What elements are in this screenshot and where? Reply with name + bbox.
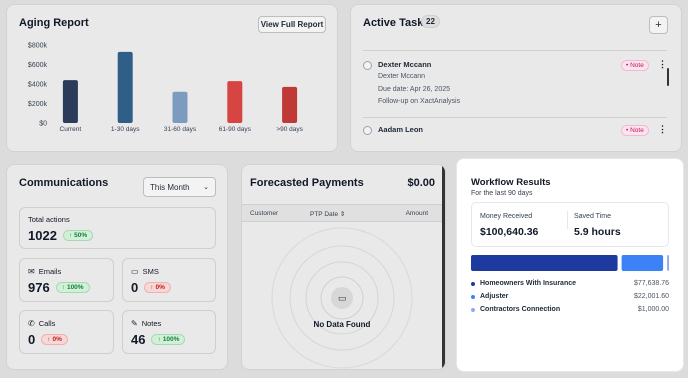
tasks-scrollbar[interactable] — [667, 68, 669, 86]
task-checkbox[interactable] — [363, 126, 372, 135]
edit-icon: ✎ — [131, 319, 138, 328]
task-menu-icon[interactable]: ⋮ — [658, 124, 667, 135]
y-tick-label: $400k — [28, 82, 48, 89]
communications-title: Communications — [19, 177, 109, 189]
workflow-bar-segment[interactable] — [621, 255, 664, 271]
emails-box: ✉ Emails 976 ↑ 100% — [19, 258, 114, 302]
x-tick-label: Current — [60, 126, 82, 133]
x-tick-label: 31-60 days — [164, 126, 197, 133]
note-badge: • Note — [621, 125, 649, 136]
task-name[interactable]: Dexter Mccann — [378, 60, 431, 69]
sms-box: ▭ SMS 0 ↑ 0% — [122, 258, 216, 302]
forecasted-payments-card: Forecasted Payments $0.00 Customer PTP D… — [241, 164, 446, 370]
workflow-results-title: Workflow Results — [471, 177, 551, 188]
money-received-value: $100,640.36 — [480, 226, 539, 238]
aging-report-title: Aging Report — [19, 17, 89, 29]
column-ptp-date[interactable]: PTP Date ⇕ — [310, 210, 345, 218]
workflow-results-card: Workflow Results For the last 90 days Mo… — [456, 158, 684, 372]
aging-chart: $0 $200k $400k $600k $800k Current 1-30 days 31… — [28, 43, 304, 134]
notes-label: ✎ Notes — [131, 319, 162, 328]
y-tick-label: $600k — [28, 62, 48, 69]
workflow-bar-segment[interactable] — [667, 255, 669, 271]
task-checkbox[interactable] — [363, 61, 372, 70]
forecasted-payments-total: $0.00 — [407, 177, 435, 189]
legend-item: Contractors Connection $1,000.00 — [471, 306, 669, 313]
emails-label: ✉ Emails — [28, 267, 62, 276]
calls-box: ✆ Calls 0 ↑ 0% — [19, 310, 114, 354]
workflow-bar-segment[interactable] — [471, 255, 618, 271]
x-tick-label: 1-30 days — [111, 126, 140, 133]
active-tasks-card: Active Tasks 22 + Dexter Mccann Dexter M… — [350, 4, 682, 152]
phone-icon: ✆ — [28, 319, 35, 328]
active-tasks-title: Active Tasks — [363, 17, 430, 29]
period-select[interactable]: This Month ⌄ — [143, 177, 216, 197]
sms-label: ▭ SMS — [131, 267, 159, 276]
legend-dot — [471, 294, 475, 299]
chevron-down-icon: ⌄ — [203, 184, 209, 191]
task-name[interactable]: Aadam Leon — [378, 125, 423, 134]
view-full-report-button[interactable]: View Full Report — [258, 16, 326, 33]
communications-card: Communications This Month ⌄ Total action… — [6, 164, 228, 370]
tasks-count-badge: 22 — [421, 15, 440, 28]
saved-time-label: Saved Time — [574, 213, 611, 220]
legend-item: Homeowners With Insurance $77,638.76 — [471, 280, 669, 287]
total-actions-value: 1022 ↑ 50% — [28, 228, 94, 243]
change-badge-down: ↑ 0% — [41, 334, 68, 345]
change-badge-down: ↑ 0% — [144, 282, 171, 293]
saved-time-value: 5.9 hours — [574, 226, 621, 238]
task-menu-icon[interactable]: ⋮ — [658, 59, 667, 70]
forecasted-payments-title: Forecasted Payments — [250, 177, 364, 189]
calls-label: ✆ Calls — [28, 319, 56, 328]
total-actions-box: Total actions 1022 ↑ 50% — [19, 207, 216, 249]
note-badge: • Note — [621, 60, 649, 71]
y-tick-label: $800k — [28, 43, 48, 50]
change-badge-up: ↑ 100% — [55, 282, 90, 293]
change-badge-up: ↑ 100% — [151, 334, 186, 345]
workflow-results-subtitle: For the last 90 days — [471, 190, 533, 197]
column-amount[interactable]: Amount — [406, 210, 428, 217]
aging-report-card: Aging Report View Full Report $0 $200k $40… — [6, 4, 338, 152]
legend-dot — [471, 281, 475, 286]
sort-icon: ⇕ — [339, 211, 346, 218]
change-badge-up: ↑ 50% — [62, 230, 94, 241]
legend-dot — [471, 307, 475, 312]
task-due-date: Due date: Apr 26, 2025 — [378, 86, 450, 93]
chat-icon: ▭ — [131, 267, 139, 276]
workflow-stats-box: Money Received $100,640.36 Saved Time 5.… — [471, 202, 669, 247]
aging-bar[interactable] — [172, 91, 188, 123]
y-tick-label: $0 — [39, 121, 47, 128]
aging-bar[interactable] — [62, 80, 78, 123]
inbox-icon: ▭ — [338, 293, 347, 303]
add-task-button[interactable]: + — [649, 16, 668, 34]
mail-icon: ✉ — [28, 267, 35, 276]
aging-bar[interactable] — [227, 81, 243, 123]
workflow-distribution-bar — [471, 255, 669, 271]
notes-box: ✎ Notes 46 ↑ 100% — [122, 310, 216, 354]
column-customer[interactable]: Customer — [250, 210, 278, 217]
stats-divider — [567, 211, 568, 229]
task-description: Follow-up on XactAnalysis — [378, 98, 461, 105]
table-header: Customer PTP Date ⇕ Amount — [242, 204, 442, 222]
forecast-scrollbar[interactable] — [442, 165, 445, 369]
emails-value: 976 ↑ 100% — [28, 280, 90, 295]
total-actions-label: Total actions — [28, 215, 70, 224]
money-received-label: Money Received — [480, 213, 533, 220]
x-tick-label: >90 days — [276, 126, 303, 133]
x-tick-label: 61-90 days — [219, 126, 252, 133]
task-subname: Dexter Mccann — [378, 73, 426, 80]
sms-value: 0 ↑ 0% — [131, 280, 171, 295]
empty-state-text: No Data Found — [313, 320, 371, 329]
calls-value: 0 ↑ 0% — [28, 332, 68, 347]
legend-item: Adjuster $22,001.60 — [471, 293, 669, 300]
tasks-divider — [363, 50, 667, 51]
task-divider — [363, 117, 667, 118]
period-select-value: This Month — [150, 182, 190, 192]
notes-value: 46 ↑ 100% — [131, 332, 186, 347]
y-tick-label: $200k — [28, 101, 48, 108]
aging-bar[interactable] — [282, 86, 298, 123]
aging-bar[interactable] — [117, 51, 133, 124]
